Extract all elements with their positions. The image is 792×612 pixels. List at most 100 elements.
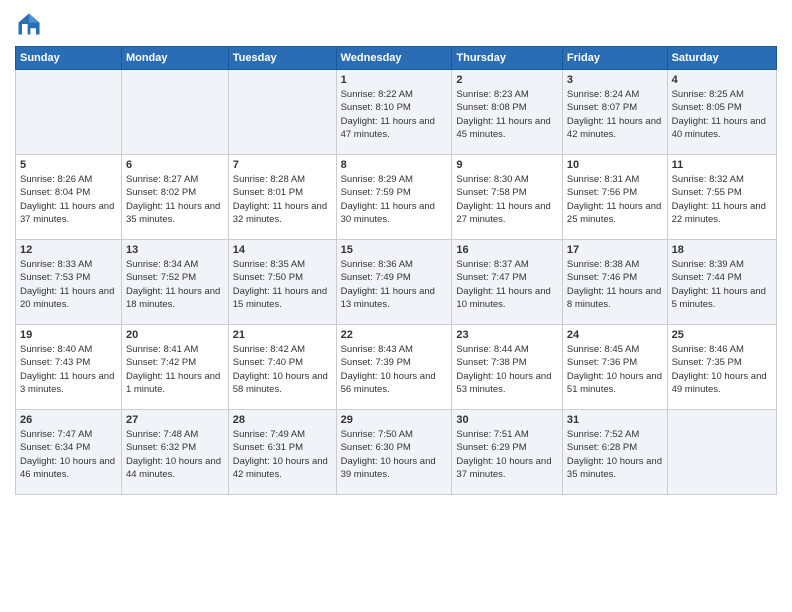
day-info: Sunrise: 7:51 AM Sunset: 6:29 PM Dayligh… — [456, 428, 558, 481]
header-friday: Friday — [562, 47, 667, 70]
day-number: 7 — [233, 159, 332, 171]
calendar-cell — [667, 410, 776, 495]
day-number: 28 — [233, 414, 332, 426]
day-info: Sunrise: 8:22 AM Sunset: 8:10 PM Dayligh… — [341, 88, 448, 141]
day-number: 16 — [456, 244, 558, 256]
day-info: Sunrise: 8:27 AM Sunset: 8:02 PM Dayligh… — [126, 173, 224, 226]
calendar-cell: 21 Sunrise: 8:42 AM Sunset: 7:40 PM Dayli… — [228, 325, 336, 410]
day-info: Sunrise: 8:37 AM Sunset: 7:47 PM Dayligh… — [456, 258, 558, 311]
calendar-cell: 5 Sunrise: 8:26 AM Sunset: 8:04 PM Daylig… — [16, 155, 122, 240]
header-sunday: Sunday — [16, 47, 122, 70]
calendar-cell: 31 Sunrise: 7:52 AM Sunset: 6:28 PM Dayli… — [562, 410, 667, 495]
calendar-cell: 14Sunrise: 8:35 AM Sunset: 7:50 PM Dayli… — [228, 240, 336, 325]
day-number: 5 — [20, 159, 117, 171]
header-saturday: Saturday — [667, 47, 776, 70]
calendar-cell: 13 Sunrise: 8:34 AM Sunset: 7:52 PM Dayli… — [121, 240, 228, 325]
day-info: Sunrise: 8:29 AM Sunset: 7:59 PM Dayligh… — [341, 173, 448, 226]
day-info: Sunrise: 8:31 AM Sunset: 7:56 PM Dayligh… — [567, 173, 663, 226]
calendar-header-row: SundayMondayTuesdayWednesdayThursdayFrid… — [16, 47, 777, 70]
day-info: Sunrise: 8:39 AM Sunset: 7:44 PM Dayligh… — [672, 258, 772, 311]
day-info: Sunrise: 8:32 AM Sunset: 7:55 PM Dayligh… — [672, 173, 772, 226]
day-number: 3 — [567, 74, 663, 86]
day-number: 31 — [567, 414, 663, 426]
day-number: 18 — [672, 244, 772, 256]
week-row-4: 19 Sunrise: 8:40 AM Sunset: 7:43 PM Dayli… — [16, 325, 777, 410]
calendar-cell: 28 Sunrise: 7:49 AM Sunset: 6:31 PM Dayli… — [228, 410, 336, 495]
day-info: Sunrise: 8:28 AM Sunset: 8:01 PM Dayligh… — [233, 173, 332, 226]
day-number: 26 — [20, 414, 117, 426]
day-number: 30 — [456, 414, 558, 426]
calendar-cell: 8Sunrise: 8:29 AM Sunset: 7:59 PM Daylig… — [336, 155, 452, 240]
calendar-cell: 20Sunrise: 8:41 AM Sunset: 7:42 PM Dayli… — [121, 325, 228, 410]
calendar-cell — [121, 70, 228, 155]
day-number: 20 — [126, 329, 224, 341]
calendar-cell: 4Sunrise: 8:25 AM Sunset: 8:05 PM Daylig… — [667, 70, 776, 155]
calendar-cell — [228, 70, 336, 155]
day-info: Sunrise: 8:25 AM Sunset: 8:05 PM Dayligh… — [672, 88, 772, 141]
week-row-1: 1Sunrise: 8:22 AM Sunset: 8:10 PM Daylig… — [16, 70, 777, 155]
day-info: Sunrise: 8:45 AM Sunset: 7:36 PM Dayligh… — [567, 343, 663, 396]
calendar-cell: 17Sunrise: 8:38 AM Sunset: 7:46 PM Dayli… — [562, 240, 667, 325]
calendar-cell: 30 Sunrise: 7:51 AM Sunset: 6:29 PM Dayli… — [452, 410, 563, 495]
calendar-cell: 25 Sunrise: 8:46 AM Sunset: 7:35 PM Dayli… — [667, 325, 776, 410]
day-info: Sunrise: 8:43 AM Sunset: 7:39 PM Dayligh… — [341, 343, 448, 396]
week-row-5: 26 Sunrise: 7:47 AM Sunset: 6:34 PM Dayli… — [16, 410, 777, 495]
calendar-cell: 29Sunrise: 7:50 AM Sunset: 6:30 PM Dayli… — [336, 410, 452, 495]
day-number: 19 — [20, 329, 117, 341]
day-info: Sunrise: 8:40 AM Sunset: 7:43 PM Dayligh… — [20, 343, 117, 396]
calendar-table: SundayMondayTuesdayWednesdayThursdayFrid… — [15, 46, 777, 495]
day-info: Sunrise: 7:48 AM Sunset: 6:32 PM Dayligh… — [126, 428, 224, 481]
day-info: Sunrise: 7:47 AM Sunset: 6:34 PM Dayligh… — [20, 428, 117, 481]
day-number: 14 — [233, 244, 332, 256]
day-number: 21 — [233, 329, 332, 341]
header-tuesday: Tuesday — [228, 47, 336, 70]
calendar-cell: 6 Sunrise: 8:27 AM Sunset: 8:02 PM Daylig… — [121, 155, 228, 240]
day-number: 13 — [126, 244, 224, 256]
day-info: Sunrise: 8:46 AM Sunset: 7:35 PM Dayligh… — [672, 343, 772, 396]
day-number: 2 — [456, 74, 558, 86]
page-header — [15, 10, 777, 38]
day-info: Sunrise: 8:34 AM Sunset: 7:52 PM Dayligh… — [126, 258, 224, 311]
day-info: Sunrise: 7:49 AM Sunset: 6:31 PM Dayligh… — [233, 428, 332, 481]
calendar-cell: 10 Sunrise: 8:31 AM Sunset: 7:56 PM Dayli… — [562, 155, 667, 240]
calendar-cell — [16, 70, 122, 155]
calendar-cell: 9 Sunrise: 8:30 AM Sunset: 7:58 PM Daylig… — [452, 155, 563, 240]
day-number: 10 — [567, 159, 663, 171]
week-row-3: 12 Sunrise: 8:33 AM Sunset: 7:53 PM Dayli… — [16, 240, 777, 325]
day-number: 17 — [567, 244, 663, 256]
day-number: 11 — [672, 159, 772, 171]
calendar-cell: 18 Sunrise: 8:39 AM Sunset: 7:44 PM Dayli… — [667, 240, 776, 325]
logo-icon — [15, 10, 43, 38]
calendar-cell: 16 Sunrise: 8:37 AM Sunset: 7:47 PM Dayli… — [452, 240, 563, 325]
day-number: 15 — [341, 244, 448, 256]
day-info: Sunrise: 8:30 AM Sunset: 7:58 PM Dayligh… — [456, 173, 558, 226]
calendar-cell: 15 Sunrise: 8:36 AM Sunset: 7:49 PM Dayli… — [336, 240, 452, 325]
calendar-cell: 24 Sunrise: 8:45 AM Sunset: 7:36 PM Dayli… — [562, 325, 667, 410]
calendar-cell: 19 Sunrise: 8:40 AM Sunset: 7:43 PM Dayli… — [16, 325, 122, 410]
day-info: Sunrise: 8:26 AM Sunset: 8:04 PM Dayligh… — [20, 173, 117, 226]
calendar-cell: 26 Sunrise: 7:47 AM Sunset: 6:34 PM Dayli… — [16, 410, 122, 495]
calendar-cell: 23 Sunrise: 8:44 AM Sunset: 7:38 PM Dayli… — [452, 325, 563, 410]
day-info: Sunrise: 8:23 AM Sunset: 8:08 PM Dayligh… — [456, 88, 558, 141]
calendar-cell: 27 Sunrise: 7:48 AM Sunset: 6:32 PM Dayli… — [121, 410, 228, 495]
day-info: Sunrise: 8:33 AM Sunset: 7:53 PM Dayligh… — [20, 258, 117, 311]
day-number: 24 — [567, 329, 663, 341]
calendar-cell: 12 Sunrise: 8:33 AM Sunset: 7:53 PM Dayli… — [16, 240, 122, 325]
day-number: 9 — [456, 159, 558, 171]
day-info: Sunrise: 8:42 AM Sunset: 7:40 PM Dayligh… — [233, 343, 332, 396]
day-number: 12 — [20, 244, 117, 256]
header-thursday: Thursday — [452, 47, 563, 70]
day-number: 29 — [341, 414, 448, 426]
calendar-cell: 3 Sunrise: 8:24 AM Sunset: 8:07 PM Daylig… — [562, 70, 667, 155]
day-info: Sunrise: 8:44 AM Sunset: 7:38 PM Dayligh… — [456, 343, 558, 396]
day-info: Sunrise: 7:52 AM Sunset: 6:28 PM Dayligh… — [567, 428, 663, 481]
day-info: Sunrise: 8:36 AM Sunset: 7:49 PM Dayligh… — [341, 258, 448, 311]
day-number: 27 — [126, 414, 224, 426]
day-info: Sunrise: 8:24 AM Sunset: 8:07 PM Dayligh… — [567, 88, 663, 141]
day-number: 23 — [456, 329, 558, 341]
week-row-2: 5 Sunrise: 8:26 AM Sunset: 8:04 PM Daylig… — [16, 155, 777, 240]
day-number: 25 — [672, 329, 772, 341]
day-number: 6 — [126, 159, 224, 171]
day-number: 22 — [341, 329, 448, 341]
logo — [15, 10, 47, 38]
